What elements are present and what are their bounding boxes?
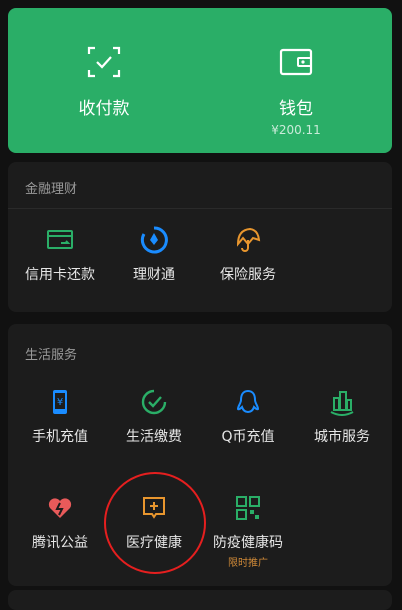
q-coin-label: Q币充值 <box>221 429 275 445</box>
umbrella-icon <box>236 227 261 252</box>
city-service-label: 城市服务 <box>314 429 370 445</box>
licaitong-button[interactable]: 理财通 <box>106 226 202 312</box>
phone-recharge-label: 手机充值 <box>32 429 88 445</box>
insurance-label: 保险服务 <box>220 267 276 283</box>
svg-text:¥: ¥ <box>57 397 63 408</box>
wallet-card: 收付款 钱包 ¥200.11 <box>8 8 392 153</box>
credit-card-repay-button[interactable]: 信用卡还款 <box>12 226 108 312</box>
life-section-title: 生活服务 <box>25 348 78 363</box>
licaitong-icon <box>140 226 168 254</box>
health-code-button[interactable]: 防疫健康码 限时推广 <box>200 494 296 580</box>
finance-divider <box>8 208 392 209</box>
charity-heart-icon <box>48 498 72 518</box>
insurance-button[interactable]: 保险服务 <box>200 226 296 312</box>
pay-button[interactable]: 收付款 <box>8 8 200 153</box>
phone-yuan-icon: ¥ <box>53 390 67 414</box>
wallet-icon <box>279 48 313 76</box>
credit-card-icon <box>47 230 73 249</box>
wallet-label: 钱包 <box>279 99 313 119</box>
city-buildings-icon <box>330 391 354 416</box>
licaitong-label: 理财通 <box>133 267 175 283</box>
credit-card-label: 信用卡还款 <box>25 267 95 283</box>
qr-code-icon <box>236 496 260 520</box>
q-coin-button[interactable]: Q币充值 <box>200 388 296 474</box>
utility-bill-button[interactable]: 生活缴费 <box>106 388 202 474</box>
qq-penguin-icon <box>236 389 260 414</box>
wallet-button[interactable]: 钱包 ¥200.11 <box>200 8 392 153</box>
phone-recharge-button[interactable]: ¥ 手机充值 <box>12 388 108 474</box>
finance-section: 金融理财 信用卡还款 理财通 保险服务 <box>8 162 392 312</box>
scan-pay-icon <box>87 46 121 78</box>
bill-check-icon <box>141 389 167 415</box>
health-code-label: 防疫健康码 <box>213 535 283 551</box>
city-service-button[interactable]: 城市服务 <box>294 388 390 474</box>
next-section-peek <box>8 590 392 610</box>
pay-label: 收付款 <box>78 99 130 119</box>
highlight-circle <box>104 472 206 574</box>
wallet-balance: ¥200.11 <box>271 123 321 137</box>
tencent-charity-button[interactable]: 腾讯公益 <box>12 494 108 580</box>
tencent-charity-label: 腾讯公益 <box>32 535 88 551</box>
finance-section-title: 金融理财 <box>25 182 78 197</box>
promo-tag: 限时推广 <box>228 558 268 569</box>
utility-bill-label: 生活缴费 <box>126 429 182 445</box>
